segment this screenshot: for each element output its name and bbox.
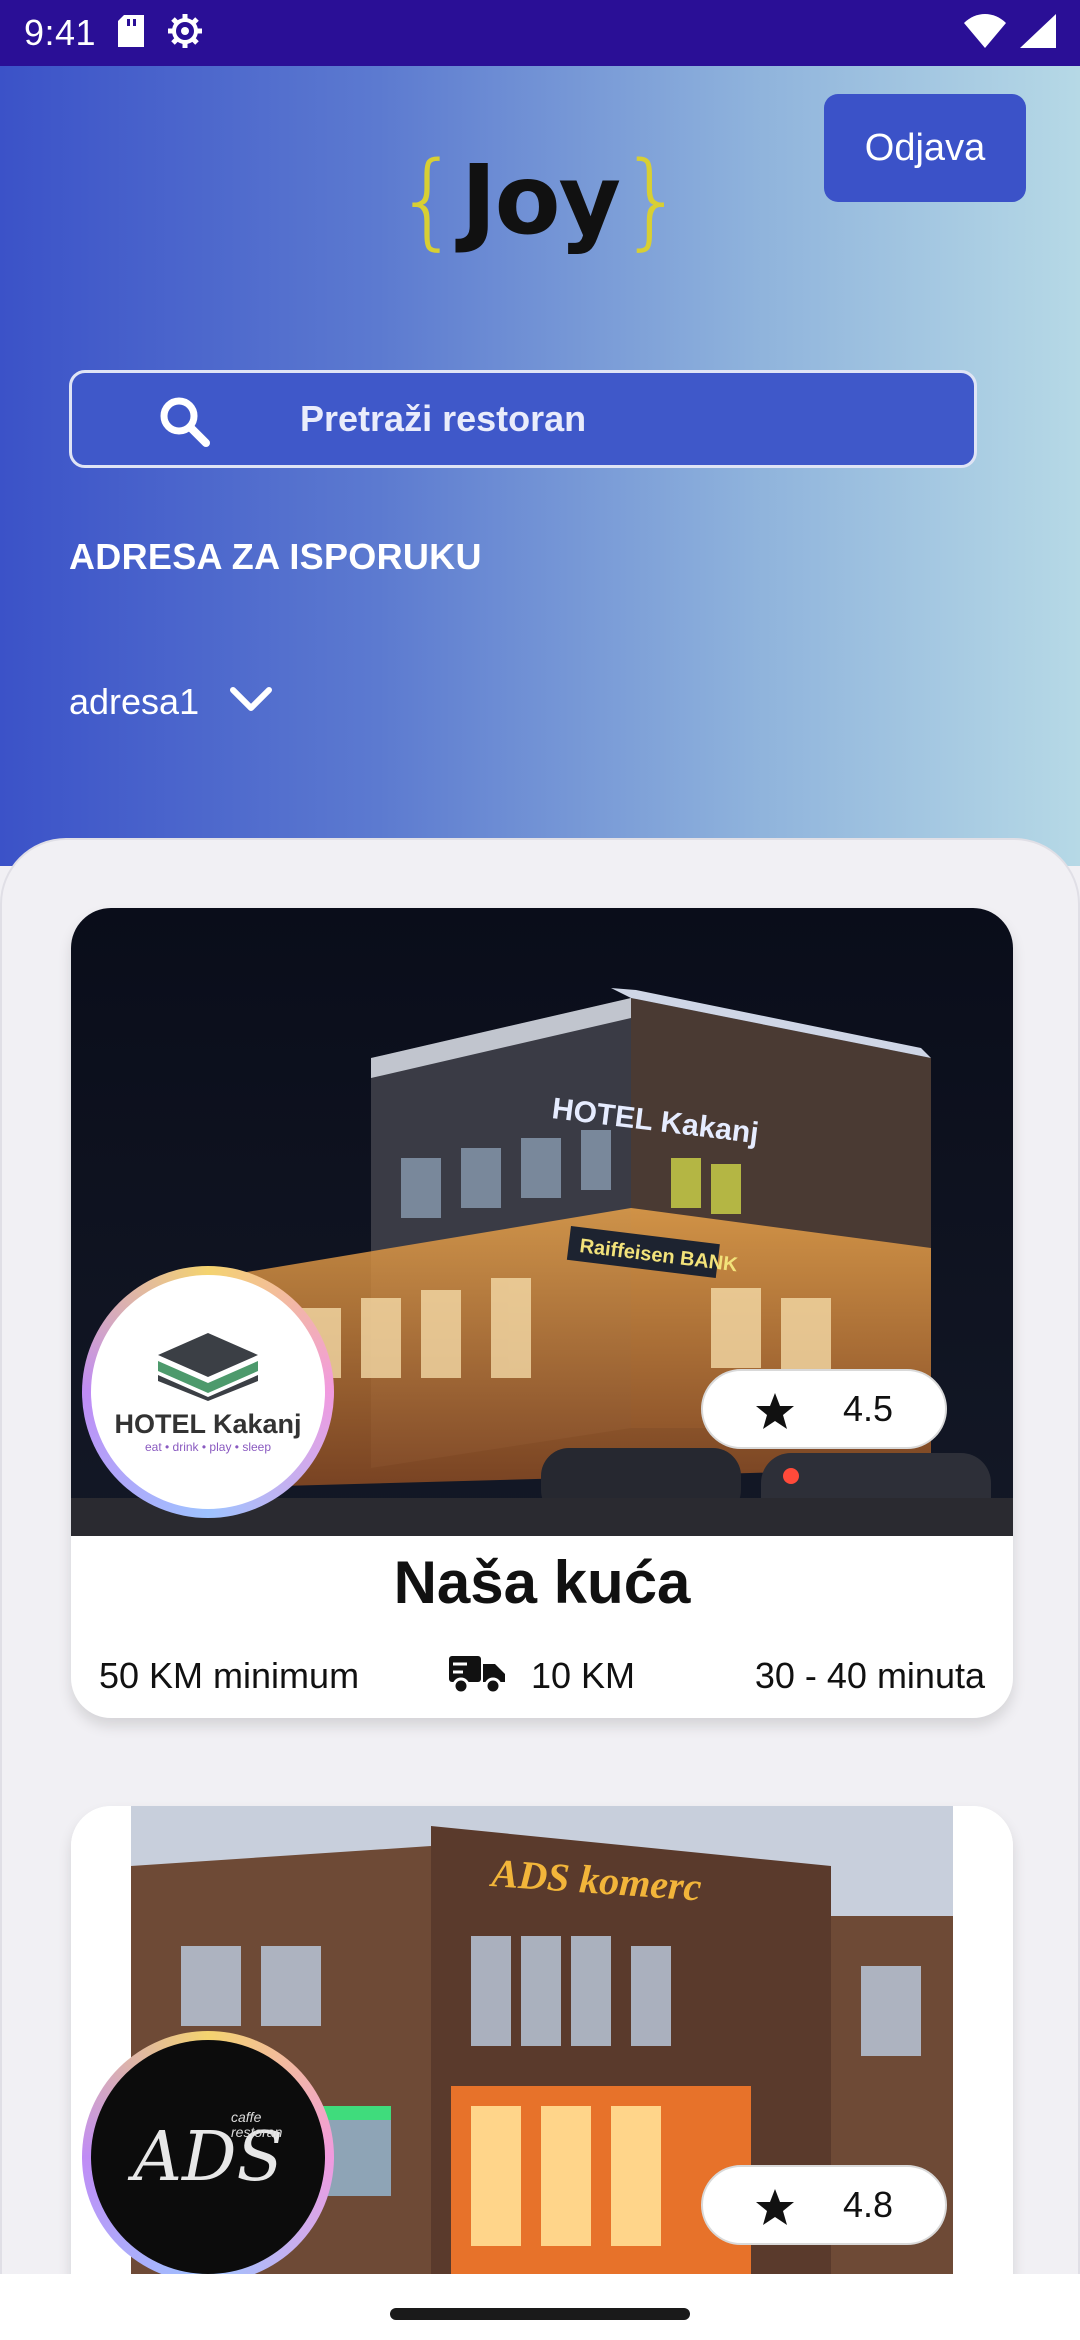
rating-badge: 4.8 (701, 2165, 947, 2245)
delivery-address-heading: ADRESA ZA ISPORUKU (69, 536, 482, 577)
delivery-fee: 10 KM (449, 1650, 635, 1703)
logout-button[interactable]: Odjava (824, 94, 1026, 202)
rating-badge: 4.5 (701, 1369, 947, 1449)
restaurant-card[interactable]: HOTEL Kakanj Raiffeisen BANK 4.5 HOTEL K… (71, 908, 1013, 1718)
wifi-icon (964, 13, 1006, 53)
cellular-signal-icon (1020, 13, 1056, 53)
star-icon (755, 2187, 795, 2227)
sd-card-icon (118, 14, 145, 52)
delivery-time: 30 - 40 minuta (754, 1655, 985, 1696)
status-bar: 9:41 (0, 0, 1080, 66)
star-icon (755, 1391, 795, 1431)
restaurant-name: Naša kuća (393, 1549, 691, 1616)
rating-value: 4.5 (843, 1388, 894, 1429)
hotel-logo-icon (158, 1332, 258, 1401)
address-value: adresa1 (69, 681, 200, 722)
home-gesture-handle[interactable] (390, 2308, 690, 2320)
system-nav-bar (0, 2274, 1080, 2340)
rating-value: 4.8 (843, 2184, 894, 2225)
chevron-down-icon (229, 685, 273, 720)
restaurant-meta: 50 KM minimum 10 KM 30 - 40 minuta (99, 1646, 985, 1706)
restaurant-card[interactable]: ADS komerc 4.8 ADS caffe restoran (71, 1806, 1013, 2298)
restaurant-list[interactable]: HOTEL Kakanj Raiffeisen BANK 4.5 HOTEL K… (0, 838, 1080, 2298)
search-bar[interactable]: Pretraži restoran (69, 370, 977, 468)
delivery-truck-icon (449, 1650, 505, 1703)
settings-gear-icon (166, 12, 204, 55)
restaurant-logo-text: HOTEL Kakanj (114, 1408, 302, 1439)
minimum-order: 50 KM minimum (99, 1655, 360, 1696)
app-logo: { Joy } (395, 140, 686, 260)
address-dropdown[interactable]: adresa1 (69, 672, 273, 732)
logo-close-brace: } (619, 139, 686, 261)
search-placeholder: Pretraži restoran (300, 398, 587, 439)
restaurant-logo-tagline: eat • drink • play • sleep (145, 1439, 271, 1454)
logo-word: Joy (460, 144, 621, 256)
restaurant-logo-tagline: caffe restoran (231, 2109, 283, 2141)
restaurant-logo: ADS caffe restoran (82, 2031, 334, 2283)
restaurant-logo: HOTEL Kakanj eat • drink • play • sleep (82, 1266, 334, 1518)
status-time: 9:41 (24, 12, 97, 53)
delivery-fee-value: 10 KM (531, 1655, 636, 1696)
logo-open-brace: { (394, 139, 461, 261)
search-icon (156, 393, 212, 449)
